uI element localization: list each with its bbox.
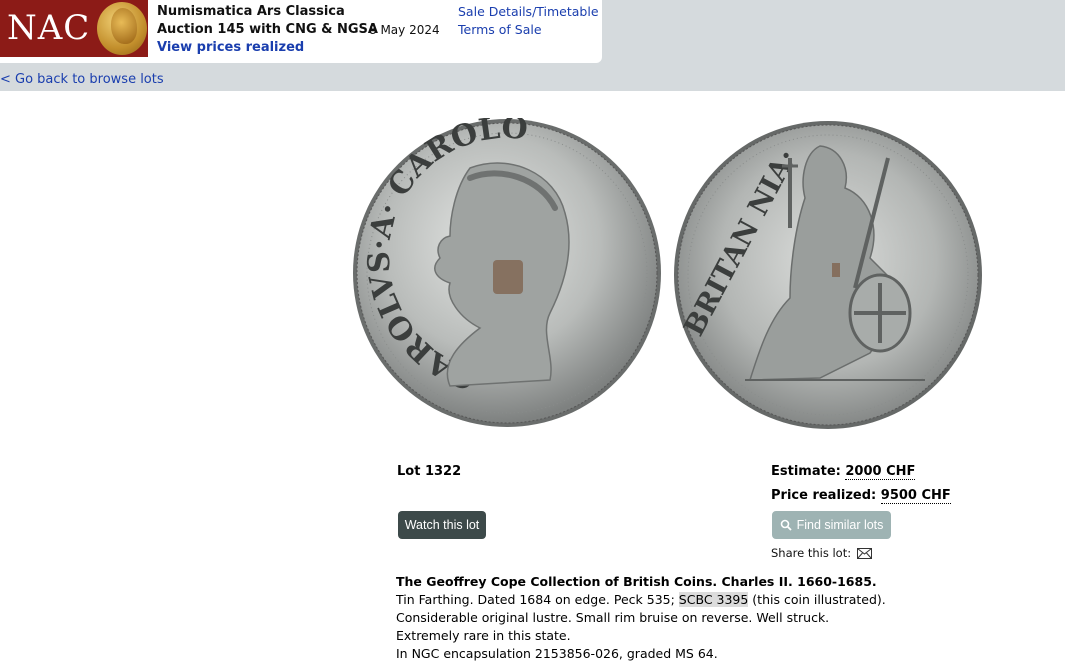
- coin-obverse: CAROLVS·A· CAROLO: [353, 118, 661, 427]
- description-title: The Geoffrey Cope Collection of British …: [396, 574, 877, 589]
- description-line-1: Tin Farthing. Dated 1684 on edge. Peck 5…: [396, 592, 886, 607]
- view-prices-link[interactable]: View prices realized: [157, 40, 304, 55]
- auction-date: 8 May 2024: [369, 23, 440, 37]
- back-to-browse-link[interactable]: < Go back to browse lots: [0, 72, 164, 87]
- estimate: Estimate: 2000 CHF: [771, 464, 916, 480]
- envelope-icon[interactable]: [857, 547, 873, 559]
- auction-header: NAC Numismatica Ars Classica Auction 145…: [0, 0, 602, 63]
- watch-lot-button[interactable]: Watch this lot: [398, 511, 486, 539]
- share-lot: Share this lot:: [771, 546, 873, 560]
- price-realized: Price realized: 9500 CHF: [771, 488, 951, 504]
- share-label: Share this lot:: [771, 546, 852, 560]
- magnifier-icon: [780, 519, 792, 531]
- estimate-value: 2000 CHF: [845, 464, 916, 480]
- coin-reverse: BRITAN NIA·: [674, 121, 982, 429]
- logo-text: NAC: [7, 8, 91, 48]
- lot-number: Lot 1322: [397, 464, 462, 479]
- description-line-4: In NGC encapsulation 2153856-026, graded…: [396, 646, 718, 661]
- auction-name: Auction 145 with CNG & NGSA: [157, 22, 378, 37]
- find-similar-label: Find similar lots: [796, 518, 884, 532]
- auction-house-name: Numismatica Ars Classica: [157, 4, 345, 19]
- sale-details-link[interactable]: Sale Details/Timetable: [458, 4, 599, 19]
- nac-logo[interactable]: NAC: [0, 0, 148, 57]
- terms-of-sale-link[interactable]: Terms of Sale: [458, 22, 542, 37]
- estimate-label: Estimate:: [771, 464, 841, 479]
- description-line-2: Considerable original lustre. Small rim …: [396, 610, 830, 625]
- gold-coin-portrait-icon: [97, 2, 147, 55]
- reference-highlight: SCBC 3395: [678, 592, 749, 607]
- price-value: 9500 CHF: [880, 488, 951, 504]
- find-similar-lots-button[interactable]: Find similar lots: [772, 511, 891, 539]
- coin-image[interactable]: CAROLVS·A· CAROLO BRITAN NIA·: [350, 118, 982, 434]
- price-label: Price realized:: [771, 488, 877, 503]
- description-line-3: Extremely rare in this state.: [396, 628, 571, 643]
- lot-description: The Geoffrey Cope Collection of British …: [396, 573, 956, 663]
